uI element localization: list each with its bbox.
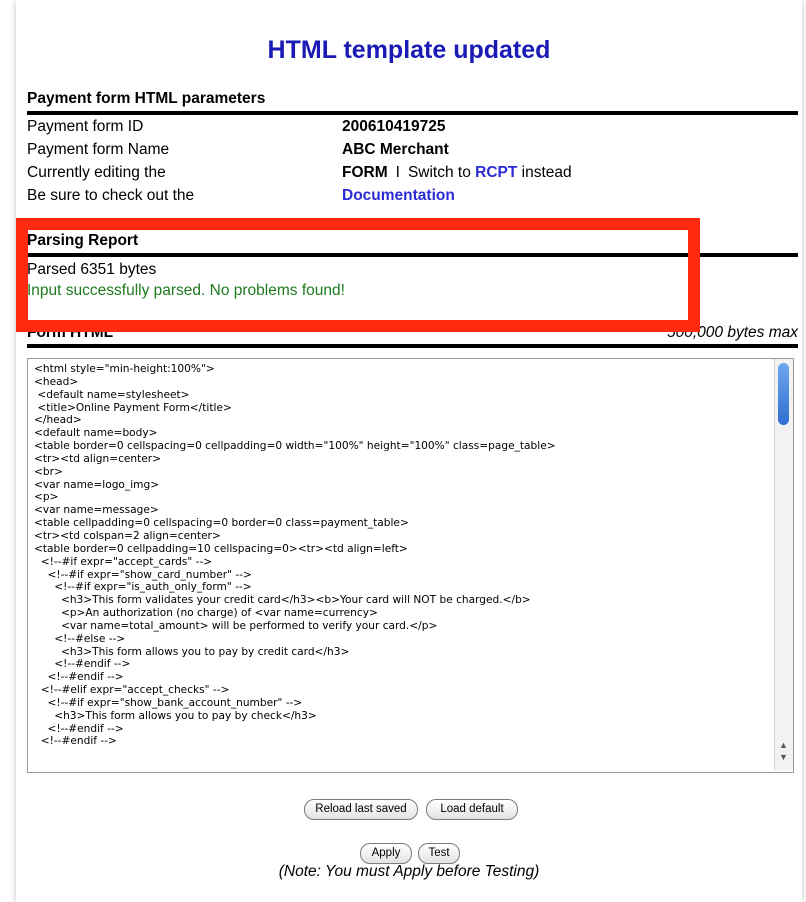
rcpt-link[interactable]: RCPT <box>475 164 517 181</box>
form-id-value: 200610419725 <box>342 118 446 135</box>
html-editor[interactable]: <html style="min-height:100%"> <head> <d… <box>27 358 794 773</box>
apply-note: (Note: You must Apply before Testing) <box>278 863 540 880</box>
switch-suffix: instead <box>521 164 572 181</box>
form-name-label: Payment form Name <box>27 141 170 158</box>
highlight-box <box>16 218 700 332</box>
params-rule <box>27 111 798 115</box>
editing-value-group: FORM I Switch to RCPT instead <box>342 164 572 182</box>
scroll-up-icon[interactable]: ▲ <box>779 740 788 750</box>
separator: I <box>395 164 400 181</box>
doc-row: Be sure to check out the Documentation <box>27 187 798 209</box>
apply-button[interactable]: Apply <box>360 843 412 864</box>
doc-label: Be sure to check out the <box>27 187 195 204</box>
form-name-value: ABC Merchant <box>342 141 449 158</box>
documentation-link[interactable]: Documentation <box>342 187 455 205</box>
scroll-thumb[interactable] <box>778 363 789 425</box>
form-html-rule <box>27 344 798 348</box>
reload-last-saved-button[interactable]: Reload last saved <box>304 799 418 820</box>
switch-prefix: Switch to <box>407 164 471 181</box>
test-button[interactable]: Test <box>418 843 460 864</box>
editing-row: Currently editing the FORM I Switch to RCP… <box>27 164 798 186</box>
editing-label: Currently editing the <box>27 164 166 181</box>
html-editor-content[interactable]: <html style="min-height:100%"> <head> <d… <box>34 363 769 748</box>
page-title: HTML template updated <box>267 36 551 64</box>
editing-value: FORM <box>342 164 388 181</box>
editor-scrollbar[interactable]: ▲ ▼ <box>774 359 793 770</box>
scroll-down-icon[interactable]: ▼ <box>779 752 788 762</box>
form-id-row: Payment form ID 200610419725 <box>27 118 798 140</box>
params-heading: Payment form HTML parameters <box>27 90 266 107</box>
load-default-button[interactable]: Load default <box>426 799 518 820</box>
form-id-label: Payment form ID <box>27 118 144 135</box>
form-name-row: Payment form Name ABC Merchant <box>27 141 798 163</box>
